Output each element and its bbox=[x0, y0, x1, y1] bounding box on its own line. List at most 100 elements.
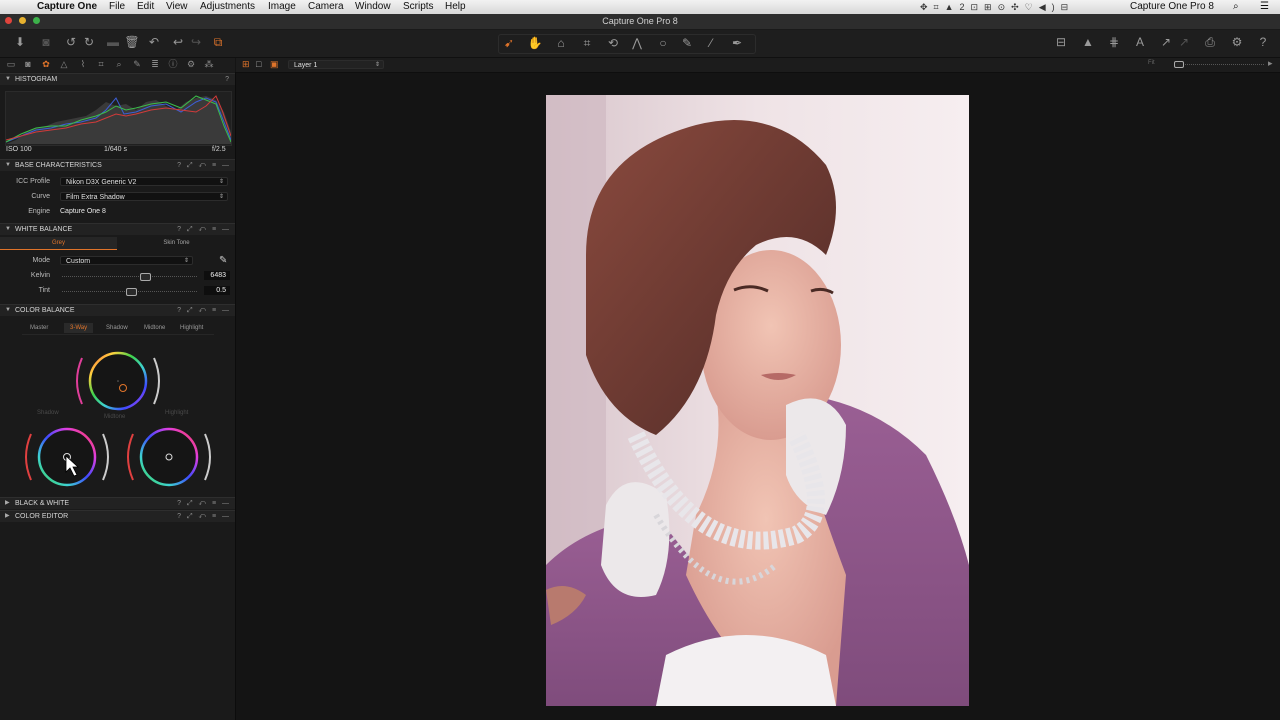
expand-triangle-icon[interactable]: ▶ bbox=[5, 511, 10, 522]
grid-icon[interactable]: ⋕ bbox=[1106, 34, 1122, 50]
import-icon[interactable]: ⬇ bbox=[12, 34, 28, 50]
menu-adjustments[interactable]: Adjustments bbox=[200, 1, 255, 13]
kelvin-slider[interactable] bbox=[62, 276, 197, 278]
tab-3-way[interactable]: 3-Way bbox=[64, 323, 94, 333]
layer-select[interactable]: Layer 1 ⇕ bbox=[288, 60, 384, 69]
zoom-in-icon[interactable]: ▸ bbox=[1268, 58, 1273, 69]
photo-preview[interactable] bbox=[546, 95, 969, 706]
text-overlay-icon[interactable]: A bbox=[1132, 34, 1148, 50]
local-adjustments-tab-icon[interactable]: ✎ bbox=[131, 58, 143, 71]
rotate-right-icon[interactable]: ↻ bbox=[81, 34, 97, 50]
settings-gear-icon[interactable]: ⚙ bbox=[1229, 34, 1245, 50]
zoom-slider[interactable] bbox=[1174, 64, 1264, 66]
spot-removal-icon[interactable]: ○ bbox=[655, 35, 671, 51]
capture-tab-icon[interactable]: ◙ bbox=[22, 58, 34, 71]
search-icon[interactable]: ⌕ bbox=[1233, 1, 1239, 13]
metadata-tab-icon[interactable]: ⓘ bbox=[167, 58, 179, 71]
list-icon[interactable]: ☰ bbox=[1260, 1, 1269, 13]
panel-header-icons[interactable]: ? ⤢ ↶ ≡ — bbox=[177, 224, 231, 235]
annotation-icon[interactable]: ✒ bbox=[729, 35, 745, 51]
wb-mode-select[interactable]: Custom ⇕ bbox=[60, 256, 193, 265]
rotate-tool-icon[interactable]: ⟲ bbox=[605, 35, 621, 51]
copy-arrow-icon[interactable]: ↗ bbox=[1158, 34, 1174, 50]
tint-value[interactable]: 0.5 bbox=[204, 286, 230, 295]
expand-triangle-icon[interactable]: ▶ bbox=[5, 498, 10, 509]
midtone-wheel[interactable] bbox=[127, 427, 211, 487]
status-icons[interactable]: ✥⌗▲2⊡⊞⊙✣♡◀)⊟ bbox=[920, 1, 1074, 13]
multi-view-icon[interactable]: ⊞ bbox=[242, 59, 250, 70]
help-icon[interactable]: ? bbox=[1255, 34, 1271, 50]
rotate-left-icon[interactable]: ↺ bbox=[63, 34, 79, 50]
redo-icon[interactable]: ↪ bbox=[188, 34, 204, 50]
viewer-layout-icon[interactable]: ⊟ bbox=[1053, 34, 1069, 50]
menu-scripts[interactable]: Scripts bbox=[403, 1, 434, 13]
menu-edit[interactable]: Edit bbox=[137, 1, 154, 13]
icc-profile-select[interactable]: Nikon D3X Generic V2 ⇕ bbox=[60, 177, 228, 186]
eyedropper-icon[interactable]: ✎ bbox=[219, 255, 227, 266]
menu-file[interactable]: File bbox=[109, 1, 125, 13]
move-icon[interactable]: ▬ bbox=[105, 34, 121, 50]
menu-image[interactable]: Image bbox=[268, 1, 296, 13]
copy-adjustments-icon[interactable]: ⧉ bbox=[210, 34, 226, 50]
adjustments-tab-icon[interactable]: ≣ bbox=[149, 58, 161, 71]
tab-skin-tone[interactable]: Skin Tone bbox=[118, 237, 235, 249]
apply-arrow-icon[interactable]: ↗ bbox=[1176, 34, 1192, 50]
highlight-wheel[interactable] bbox=[76, 351, 160, 411]
capture-icon[interactable]: ◙ bbox=[38, 34, 54, 50]
picker-icon[interactable]: ⁄ bbox=[703, 35, 719, 51]
library-tab-icon[interactable]: ▭ bbox=[5, 58, 17, 71]
details-tab-icon[interactable]: ⌕ bbox=[113, 58, 125, 71]
kelvin-slider-handle[interactable] bbox=[139, 273, 151, 281]
color-balance-header[interactable]: ▼ COLOR BALANCE ? ⤢ ↶ ≡ — bbox=[0, 304, 235, 316]
menu-app-name[interactable]: Capture One bbox=[37, 1, 97, 13]
tint-slider-handle[interactable] bbox=[125, 288, 137, 296]
menu-camera[interactable]: Camera bbox=[308, 1, 344, 13]
histogram-header[interactable]: ▼ HISTOGRAM ? bbox=[0, 73, 235, 85]
select-cursor-icon[interactable]: ➹ bbox=[501, 35, 517, 51]
tab-highlight[interactable]: Highlight bbox=[180, 325, 203, 331]
tab-grey[interactable]: Grey bbox=[0, 237, 117, 250]
collapse-triangle-icon[interactable]: ▼ bbox=[5, 305, 11, 316]
collapse-triangle-icon[interactable]: ▼ bbox=[5, 224, 11, 235]
reset-icon[interactable]: ↶ bbox=[146, 34, 162, 50]
exposure-warning-icon[interactable]: ▲ bbox=[1080, 34, 1096, 50]
color-tab-icon[interactable]: ✿ bbox=[40, 58, 52, 71]
keystone-icon[interactable]: ⋀ bbox=[629, 35, 645, 51]
brush-icon[interactable]: ✎ bbox=[679, 35, 695, 51]
composition-tab-icon[interactable]: ⌗ bbox=[95, 58, 107, 71]
zoom-slider-handle[interactable] bbox=[1174, 61, 1184, 68]
trash-icon[interactable]: 🗑 bbox=[124, 34, 140, 50]
zoom-tool-icon[interactable]: ⌂ bbox=[553, 35, 569, 51]
pan-icon[interactable]: ✋ bbox=[527, 35, 543, 51]
lens-tab-icon[interactable]: ⌇ bbox=[77, 58, 89, 71]
tab-shadow[interactable]: Shadow bbox=[106, 325, 128, 331]
print-icon[interactable]: ⎙ bbox=[1202, 34, 1218, 50]
panel-header-icons[interactable]: ? ⤢ ↶ ≡ — bbox=[177, 160, 231, 171]
panel-header-icons[interactable]: ? ⤢ ↶ ≡ — bbox=[177, 511, 231, 522]
output-tab-icon[interactable]: ⚙ bbox=[185, 58, 197, 71]
help-icon[interactable]: ? bbox=[225, 74, 231, 85]
base-characteristics-header[interactable]: ▼ BASE CHARACTERISTICS ? ⤢ ↶ ≡ — bbox=[0, 159, 235, 171]
panel-header-icons[interactable]: ? ⤢ ↶ ≡ — bbox=[177, 305, 231, 316]
curve-select[interactable]: Film Extra Shadow ⇕ bbox=[60, 192, 228, 201]
undo-icon[interactable]: ↩ bbox=[170, 34, 186, 50]
crop-icon[interactable]: ⌗ bbox=[579, 35, 595, 51]
black-white-header[interactable]: ▶ BLACK & WHITE ? ⤢ ↶ ≡ — bbox=[0, 497, 235, 509]
white-balance-header[interactable]: ▼ WHITE BALANCE ? ⤢ ↶ ≡ — bbox=[0, 223, 235, 235]
collapse-triangle-icon[interactable]: ▼ bbox=[5, 160, 11, 171]
menu-view[interactable]: View bbox=[166, 1, 188, 13]
color-editor-header[interactable]: ▶ COLOR EDITOR ? ⤢ ↶ ≡ — bbox=[0, 510, 235, 522]
primary-variant-icon[interactable]: ▣ bbox=[270, 59, 279, 70]
single-view-icon[interactable]: □ bbox=[256, 59, 261, 69]
tab-midtone[interactable]: Midtone bbox=[144, 325, 165, 331]
menu-right-app[interactable]: Capture One Pro 8 bbox=[1130, 1, 1214, 13]
exposure-tab-icon[interactable]: △ bbox=[58, 58, 70, 71]
panel-header-icons[interactable]: ? ⤢ ↶ ≡ — bbox=[177, 498, 231, 509]
menu-help[interactable]: Help bbox=[445, 1, 466, 13]
kelvin-value[interactable]: 6483 bbox=[204, 271, 230, 280]
select-arrows-icon: ⇕ bbox=[218, 179, 224, 185]
tab-master[interactable]: Master bbox=[30, 325, 48, 331]
collapse-triangle-icon[interactable]: ▼ bbox=[5, 74, 11, 85]
menu-window[interactable]: Window bbox=[355, 1, 391, 13]
batch-tab-icon[interactable]: ⁂ bbox=[203, 58, 215, 71]
